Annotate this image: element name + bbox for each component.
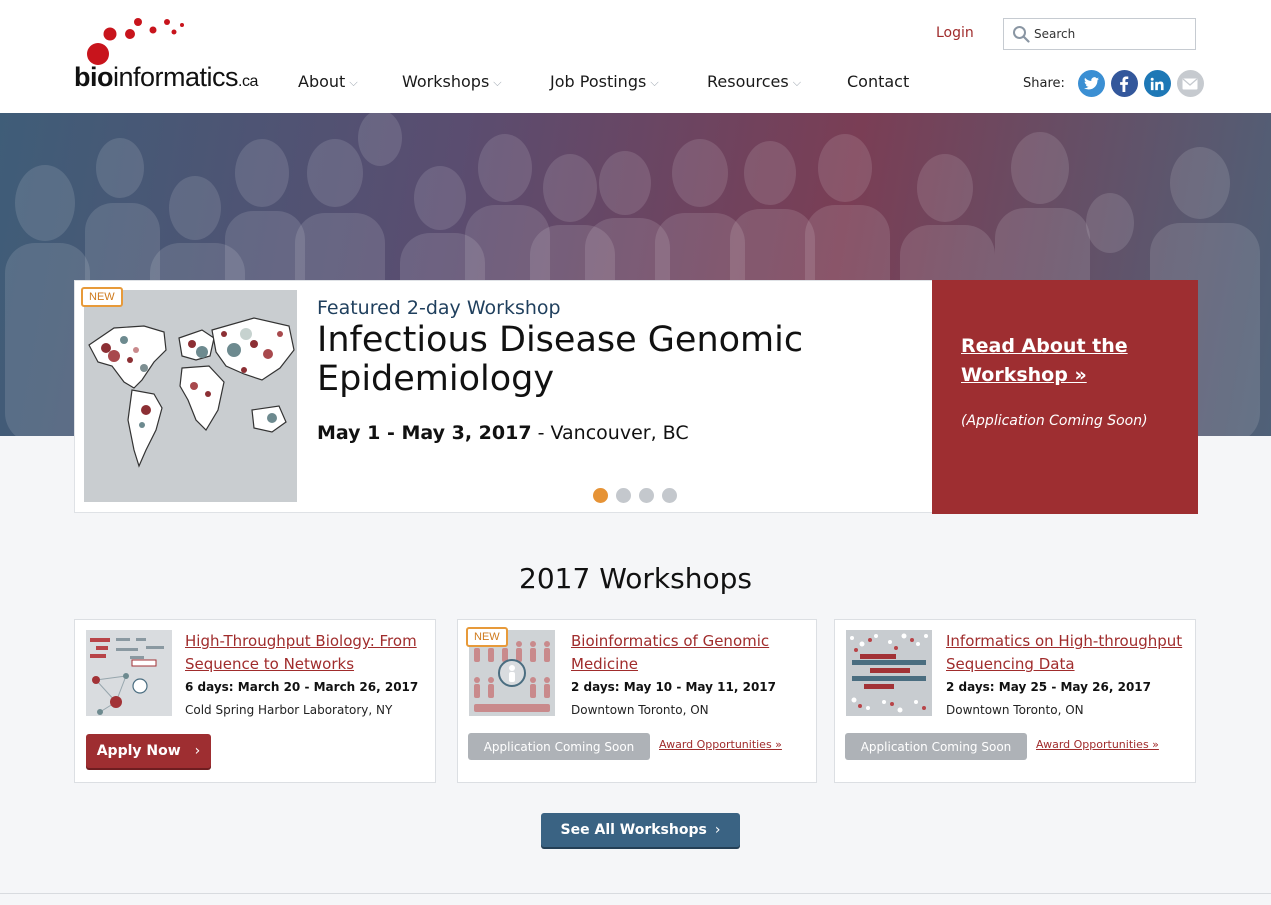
- featured-date-location: May 1 - May 3, 2017 - Vancouver, BC: [317, 422, 689, 444]
- apply-now-button[interactable]: Apply Now ›: [86, 734, 211, 768]
- carousel-dot-3[interactable]: [639, 488, 654, 503]
- see-all-workshops-label: See All Workshops: [560, 822, 707, 838]
- nav-job-postings[interactable]: Job Postings ⌵: [550, 72, 659, 91]
- site-header: bioinformatics.ca About ⌵ Workshops ⌵ Job …: [0, 0, 1271, 113]
- nav-about[interactable]: About ⌵: [298, 72, 358, 91]
- apply-now-label: Apply Now: [96, 743, 181, 759]
- workshop-card: Informatics on High-throughput Sequencin…: [834, 619, 1196, 783]
- site-logo[interactable]: bioinformatics.ca: [74, 16, 258, 96]
- linkedin-icon[interactable]: [1143, 70, 1171, 97]
- chevron-down-icon: ⌵: [493, 76, 502, 89]
- workshop-location: Cold Spring Harbor Laboratory, NY: [185, 703, 393, 717]
- carousel-dot-4[interactable]: [662, 488, 677, 503]
- nav-workshops[interactable]: Workshops ⌵: [402, 72, 502, 91]
- search-box[interactable]: [1003, 18, 1196, 50]
- read-about-workshop-link[interactable]: Read About the Workshop »: [961, 332, 1181, 390]
- award-opportunities-link[interactable]: Award Opportunities »: [659, 738, 782, 751]
- featured-cta-panel: Read About the Workshop » (Application C…: [932, 280, 1198, 514]
- nav-contact[interactable]: Contact: [847, 72, 909, 91]
- carousel-dots: [593, 488, 685, 503]
- workshop-location: Downtown Toronto, ON: [946, 703, 1084, 717]
- award-opportunities-link[interactable]: Award Opportunities »: [1036, 738, 1159, 751]
- nav-about-label: About: [298, 72, 346, 91]
- carousel-dot-2[interactable]: [616, 488, 631, 503]
- nav-resources[interactable]: Resources ⌵: [707, 72, 801, 91]
- facebook-icon[interactable]: [1110, 70, 1138, 97]
- mail-icon[interactable]: [1176, 70, 1204, 97]
- featured-dates: May 1 - May 3, 2017: [317, 422, 532, 444]
- workshop-title-link[interactable]: High-Throughput Biology: From Sequence t…: [185, 630, 425, 676]
- featured-title: Infectious Disease Genomic Epidemiology: [317, 320, 804, 399]
- chevron-down-icon: ⌵: [792, 76, 802, 89]
- see-all-workshops-button[interactable]: See All Workshops ›: [541, 813, 740, 847]
- twitter-icon[interactable]: [1077, 70, 1105, 97]
- logo-wordmark: bioinformatics.ca: [74, 62, 258, 92]
- application-coming-soon-button[interactable]: Application Coming Soon: [845, 733, 1027, 760]
- featured-workshop-card: NEW Featured 2-day Workshop Infectious D…: [74, 280, 1198, 514]
- search-input[interactable]: [1034, 27, 1184, 41]
- new-badge: NEW: [81, 287, 123, 307]
- featured-eyebrow: Featured 2-day Workshop: [317, 297, 561, 319]
- workshop-card: High-Throughput Biology: From Sequence t…: [74, 619, 436, 783]
- login-link[interactable]: Login: [936, 25, 974, 41]
- chevron-right-icon: ›: [194, 743, 201, 759]
- nav-contact-label: Contact: [847, 72, 910, 91]
- world-map-image: [84, 290, 297, 502]
- search-icon[interactable]: [1008, 19, 1034, 49]
- workshop-title-link[interactable]: Informatics on High-throughput Sequencin…: [946, 630, 1186, 676]
- workshop-card: NEW Bioinformatics of Genomic Medicine 2…: [457, 619, 817, 783]
- share-label: Share:: [1023, 76, 1065, 91]
- workshop-dates: 2 days: May 25 - May 26, 2017: [946, 680, 1151, 694]
- carousel-dot-1[interactable]: [593, 488, 608, 503]
- application-note: (Application Coming Soon): [961, 413, 1148, 429]
- section-title: 2017 Workshops: [519, 562, 752, 595]
- footer-divider: [0, 893, 1271, 894]
- share-bar: Share:: [1023, 70, 1204, 97]
- nav-resources-label: Resources: [707, 72, 789, 91]
- chevron-down-icon: ⌵: [650, 76, 659, 89]
- logo-dots-icon: [87, 18, 184, 65]
- featured-location: Vancouver, BC: [550, 422, 689, 444]
- workshop-thumbnail: [86, 630, 172, 716]
- chevron-right-icon: ›: [714, 822, 721, 838]
- workshop-dates: 2 days: May 10 - May 11, 2017: [571, 680, 776, 694]
- featured-separator: -: [531, 422, 551, 444]
- nav-workshops-label: Workshops: [402, 72, 490, 91]
- new-badge: NEW: [466, 627, 508, 647]
- nav-job-postings-label: Job Postings: [550, 72, 647, 91]
- application-coming-soon-button[interactable]: Application Coming Soon: [468, 733, 650, 760]
- chevron-down-icon: ⌵: [349, 76, 358, 89]
- workshop-dates: 6 days: March 20 - March 26, 2017: [185, 680, 419, 694]
- workshop-thumbnail: [846, 630, 932, 716]
- workshop-title-link[interactable]: Bioinformatics of Genomic Medicine: [571, 630, 811, 676]
- workshop-location: Downtown Toronto, ON: [571, 703, 709, 717]
